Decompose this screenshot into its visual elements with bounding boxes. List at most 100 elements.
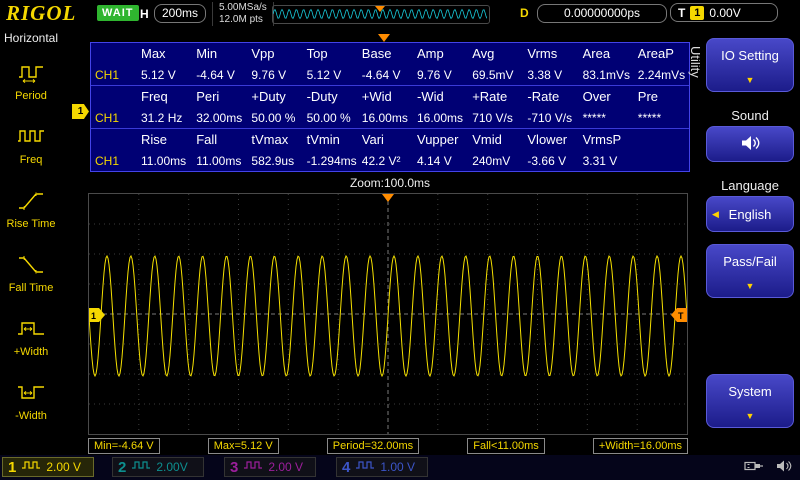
delay-readout: 0.00000000ps: [537, 4, 667, 23]
measurement-result: Fall<11.00ms: [467, 438, 545, 454]
measure-item--width[interactable]: -Width: [0, 369, 62, 433]
oscilloscope-screen: RIGOL WAIT H 200ms 5.00MSa/s 12.0M pts D…: [0, 0, 800, 480]
measure-value: 4.14 V: [417, 153, 452, 168]
measure-value: 31.2 Hz: [141, 110, 183, 125]
pass-fail-button[interactable]: Pass/Fail ▼: [706, 244, 794, 298]
measure-group: Max Min Vpp Top Base Amp Avg Vrms Area AreaP CH1 5.…: [91, 43, 689, 86]
measurement-result: +Width=16.00ms: [592, 438, 688, 454]
measure-header: +Rate: [472, 89, 508, 104]
measure-value: -4.64 V: [361, 67, 401, 82]
top-bar: RIGOL WAIT H 200ms 5.00MSa/s 12.0M pts D…: [0, 0, 800, 28]
measure-item-period[interactable]: Period: [0, 49, 62, 113]
measure-header: Fall: [196, 132, 218, 147]
measure-group: Freq Peri +Duty -Duty +Wid -Wid +Rate -Rate Over…: [91, 86, 689, 129]
measure-value: *****: [582, 110, 606, 125]
period-icon: [16, 61, 46, 88]
measure-item-list: Period Freq Rise Time Fall Time +Width -Width: [0, 49, 62, 433]
delay-label: D: [520, 6, 529, 20]
measure-item-fall-time[interactable]: Fall Time: [0, 241, 62, 305]
channel-number: 4: [342, 458, 351, 476]
language-button[interactable]: ◀ English: [706, 196, 794, 232]
channel-3-status[interactable]: 3 2.00 V: [224, 457, 316, 477]
measure-value: 710 V/s: [472, 110, 513, 125]
measure-value: -3.66 V: [527, 153, 567, 168]
rise-time-icon: [16, 189, 46, 216]
rigol-logo: RIGOL: [6, 1, 77, 25]
measure-item-label: Freq: [19, 153, 43, 166]
measure-header: Avg: [472, 46, 495, 61]
measure-value: 69.5mV: [472, 67, 514, 82]
measure-header: VrmsP: [582, 132, 622, 147]
channel-2-status[interactable]: 2 2.00V: [112, 457, 204, 477]
measure-value: 50.00 %: [251, 110, 296, 125]
channel-1-status[interactable]: 1 2.00 V: [2, 457, 94, 477]
channel-waveform-icon: [243, 458, 263, 476]
measure-value: 5.12 V: [141, 67, 176, 82]
measurement-table: Max Min Vpp Top Base Amp Avg Vrms Area AreaP CH1 5.…: [90, 42, 690, 172]
speaker-icon: [776, 459, 792, 478]
measure-value: 11.00ms: [141, 153, 187, 168]
trigger-source-badge: 1: [690, 5, 705, 20]
speaker-on-icon: [739, 134, 761, 155]
measure-item--width[interactable]: +Width: [0, 305, 62, 369]
measure-header: Top: [306, 46, 328, 61]
measurement-result: Min=-4.64 V: [88, 438, 160, 454]
acquisition-info: 5.00MSa/s 12.0M pts: [212, 2, 274, 26]
freq-icon: [16, 125, 46, 152]
measure-item-label: Fall Time: [8, 281, 54, 294]
measure-header: Base: [361, 46, 392, 61]
channel-status-bar: 1 2.00 V 2 2.00V 3 2.00 V 4 1.00 V: [0, 455, 800, 480]
measure-value: -710 V/s: [527, 110, 573, 125]
measure-value: 3.38 V: [527, 67, 563, 82]
trigger-position-marker-top: [378, 34, 390, 42]
svg-text:T: T: [678, 311, 684, 321]
measure-menu-title: Horizontal: [3, 31, 59, 45]
measure-header: +Wid: [361, 89, 392, 104]
measurement-result: Period=32.00ms: [326, 438, 420, 454]
channel-scale: 2.00 V: [268, 460, 304, 474]
sound-button[interactable]: [706, 126, 794, 162]
system-button[interactable]: System ▼: [706, 374, 794, 428]
timebase-readout: 200ms: [154, 4, 206, 23]
channel-label: CH1: [95, 153, 120, 168]
chevron-down-icon: ▼: [745, 411, 755, 421]
sound-label: Sound: [731, 108, 769, 123]
measure-header: Vupper: [417, 132, 459, 147]
waveform-preview-strip[interactable]: [272, 5, 490, 24]
measure-header: -Rate: [527, 89, 560, 104]
measure-value: 42.2 V²: [361, 153, 401, 168]
measure-item-freq[interactable]: Freq: [0, 113, 62, 177]
waveform-display[interactable]: 1T: [88, 193, 688, 435]
language-label: Language: [721, 178, 779, 193]
measure-value: 9.76 V: [417, 67, 452, 82]
measure-header: Over: [582, 89, 611, 104]
measure-header: tVmin: [306, 132, 340, 147]
measure-header-row: Max Min Vpp Top Base Amp Avg Vrms Area AreaP: [91, 43, 689, 64]
measure-item-label: +Width: [13, 345, 49, 358]
measure-header: -Duty: [306, 89, 338, 104]
measure-header: Peri: [196, 89, 220, 104]
measure-header: Vrms: [527, 46, 558, 61]
measure-item-label: Rise Time: [6, 217, 56, 230]
measure-value: 32.00ms: [196, 110, 243, 125]
measure-value: 11.00ms: [196, 153, 242, 168]
measure-header: +Duty: [251, 89, 286, 104]
io-setting-button[interactable]: IO Setting ▼: [706, 38, 794, 92]
run-status-badge: WAIT: [97, 5, 139, 21]
measure-item-rise-time[interactable]: Rise Time: [0, 177, 62, 241]
plus-width-icon: [16, 317, 46, 344]
system-label: System: [728, 384, 772, 399]
measure-header-row: Freq Peri +Duty -Duty +Wid -Wid +Rate -Rate Over…: [91, 86, 689, 107]
measure-value: 9.76 V: [251, 67, 287, 82]
memory-depth: 12.0M pts: [219, 14, 263, 25]
measure-value: 3.31 V: [582, 153, 618, 168]
status-icons: [744, 459, 792, 478]
utility-menu: IO Setting ▼ Sound Language ◀ English Pa…: [700, 28, 800, 455]
measure-header: -Wid: [417, 89, 444, 104]
waveform-plot: 1T: [88, 194, 688, 434]
channel-4-status[interactable]: 4 1.00 V: [336, 457, 428, 477]
measure-header: Vari: [361, 132, 384, 147]
sample-rate: 5.00MSa/s: [219, 2, 267, 13]
measure-value: 582.9us: [251, 153, 295, 168]
channel-label: CH1: [95, 110, 120, 125]
